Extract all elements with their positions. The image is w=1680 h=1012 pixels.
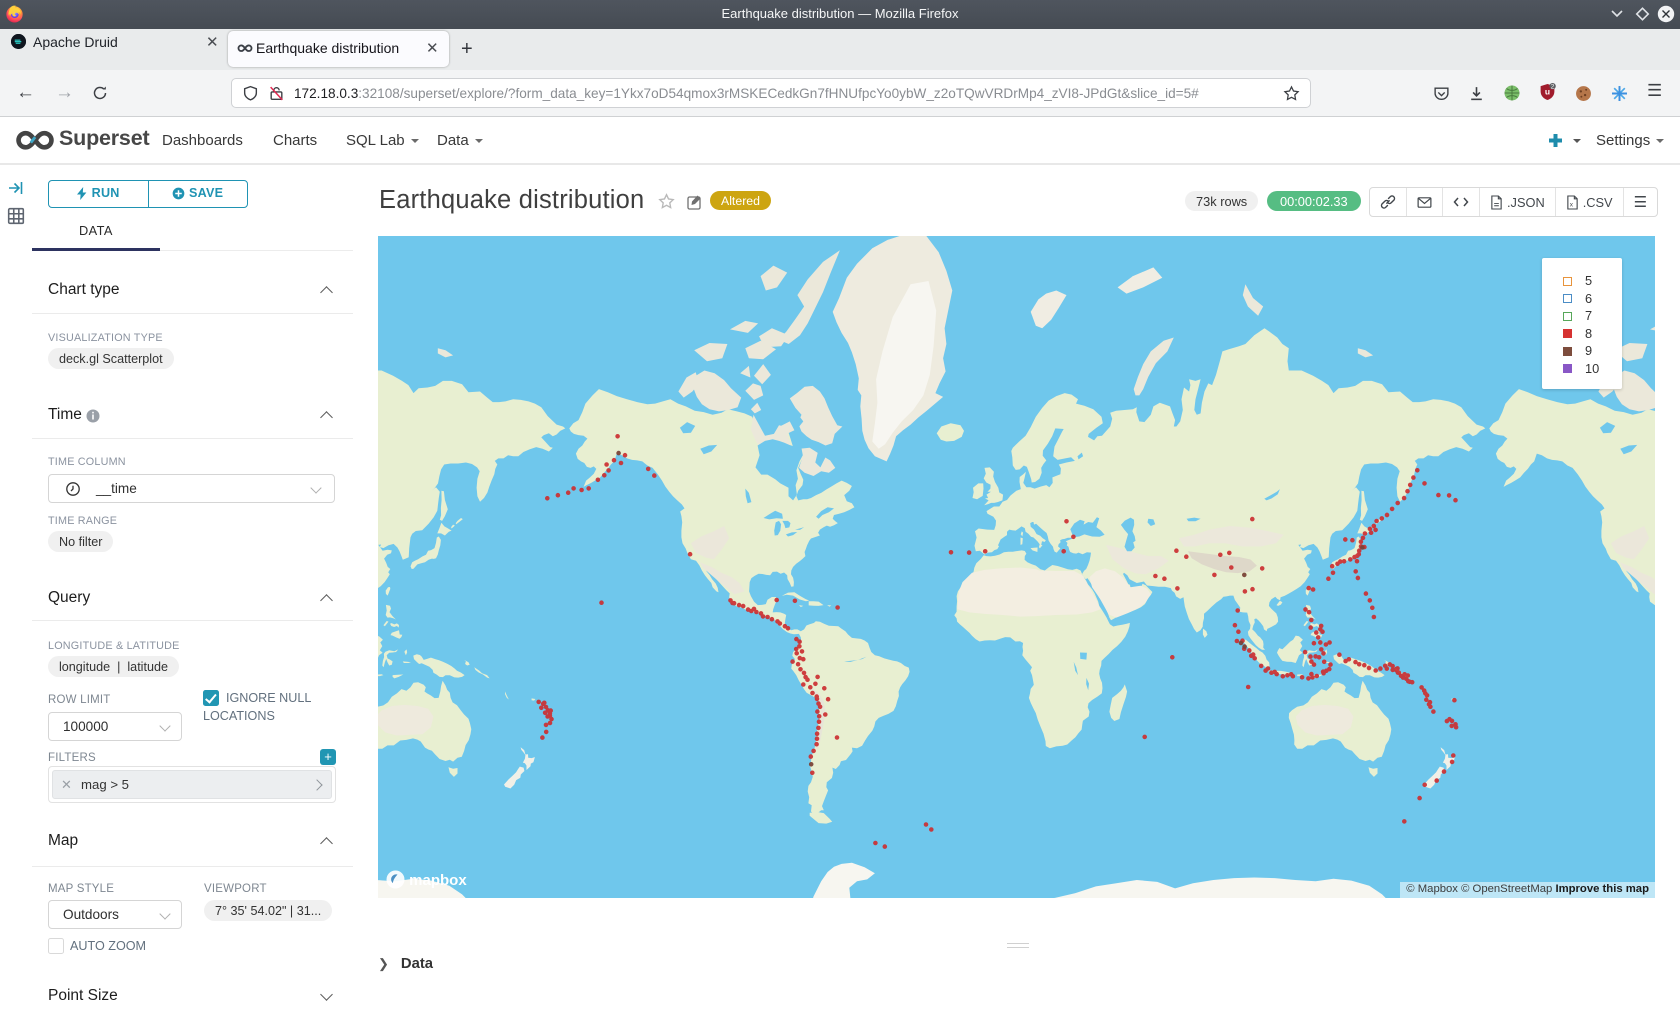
svg-text:x: x	[1569, 201, 1573, 208]
svg-text:2: 2	[1551, 84, 1555, 91]
svg-text:u: u	[1545, 87, 1550, 97]
